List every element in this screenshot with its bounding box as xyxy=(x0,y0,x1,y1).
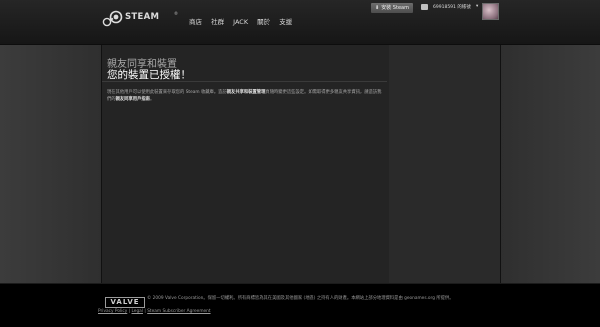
copyright-text: © 2009 Valve Corporation。保留一切權利。所有商標皆為其在… xyxy=(147,296,454,301)
nav-community[interactable]: 社群 xyxy=(211,18,224,26)
page-title: 您的裝置已授權！ xyxy=(107,69,191,81)
legal-link[interactable]: Legal xyxy=(131,309,143,314)
valve-logo[interactable]: VALVE xyxy=(105,297,145,308)
main-nav: 商店 社群 JACK 關於 支援 xyxy=(189,16,299,26)
nav-store[interactable]: 商店 xyxy=(189,18,202,26)
chevron-down-icon[interactable]: ▾ xyxy=(476,4,478,9)
nav-support[interactable]: 支援 xyxy=(279,18,292,26)
subscriber-agreement-link[interactable]: Steam Subscriber Agreement xyxy=(147,309,210,314)
nav-about[interactable]: 關於 xyxy=(257,18,270,26)
notifications-icon[interactable] xyxy=(421,4,428,10)
message-text: 。 xyxy=(149,96,155,102)
footer: VALVE © 2009 Valve Corporation。保留一切權利。所有… xyxy=(0,284,600,327)
steam-logo-icon xyxy=(102,10,123,27)
global-header: STEAM ® 商店 社群 JACK 關於 支援 ⬇ 安裝 Steam 69918… xyxy=(0,0,600,45)
right-column xyxy=(389,45,501,283)
main-content: 親友同享和裝置 您的裝置已授權！ 現在其他用戶可以使用此裝置來存取您的 Stea… xyxy=(101,45,390,283)
steam-logo[interactable]: STEAM ® xyxy=(101,10,181,28)
steam-logo-text: STEAM xyxy=(125,12,160,22)
nav-username[interactable]: JACK xyxy=(233,18,248,26)
trademark-symbol: ® xyxy=(174,11,178,16)
family-sharing-management-link[interactable]: 親友共享和裝置管理 xyxy=(227,90,266,95)
avatar[interactable] xyxy=(482,3,499,20)
install-steam-label: 安裝 Steam xyxy=(381,5,409,11)
right-background xyxy=(500,45,600,283)
authorization-message: 現在其他用戶可以使用此裝置來存取您的 Steam 收藏庫。造訪親友共享和裝置管理… xyxy=(107,90,383,103)
privacy-policy-link[interactable]: Privacy Policy xyxy=(98,309,127,314)
message-text: 現在其他用戶可以使用此裝置來存取您的 Steam 收藏庫。造訪 xyxy=(107,90,227,95)
download-icon: ⬇ xyxy=(375,5,380,11)
left-background xyxy=(0,45,101,283)
footer-links: Privacy Policy | Legal | Steam Subscribe… xyxy=(98,309,211,314)
install-steam-button[interactable]: ⬇ 安裝 Steam xyxy=(371,3,413,13)
divider xyxy=(102,81,387,82)
account-menu[interactable]: 69918591 的帳號 xyxy=(433,4,471,10)
family-sharing-guide-link[interactable]: 親友同享用戶指南 xyxy=(116,97,150,102)
